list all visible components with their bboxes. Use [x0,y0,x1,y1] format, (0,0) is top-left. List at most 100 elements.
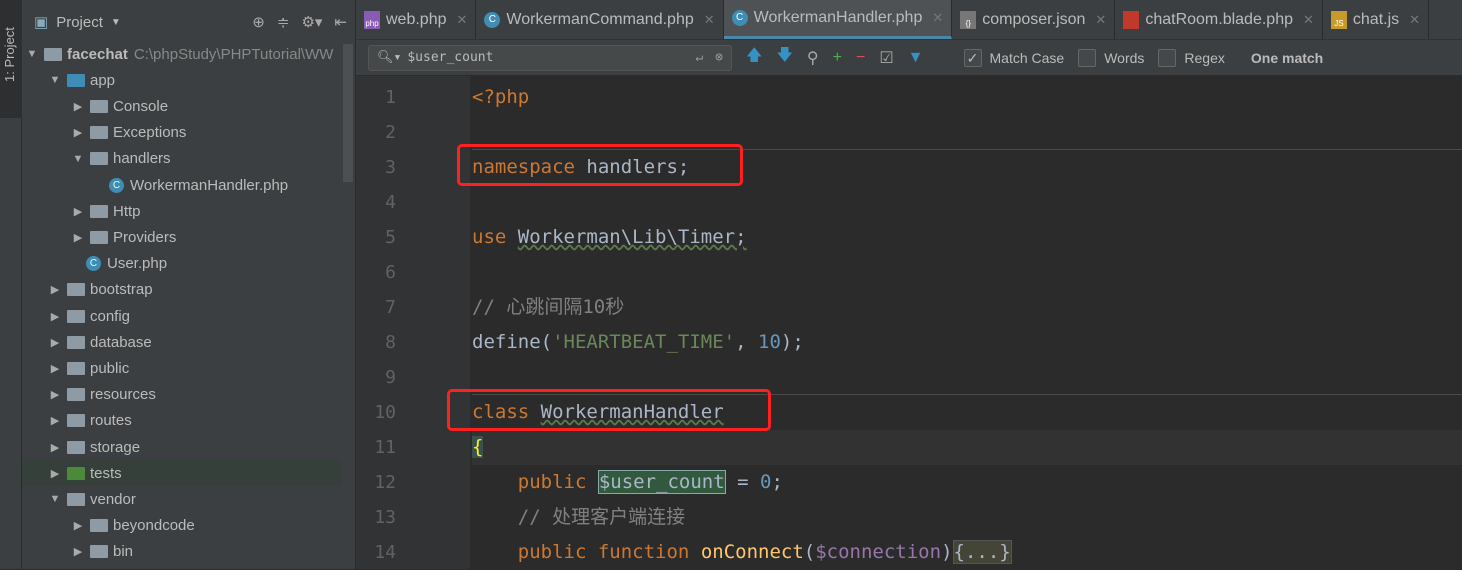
folder-icon [67,73,85,87]
code-token: onConnect [700,541,804,563]
collapsed-arrow-icon[interactable]: ▶ [47,441,63,454]
tree-item[interactable]: ▶ routes [22,408,342,434]
remove-occurrence-icon[interactable]: − [856,49,865,67]
tab[interactable]: C WorkermanHandler.php ✕ [723,0,953,39]
project-title[interactable]: Project [56,14,103,31]
collapsed-arrow-icon[interactable]: ▶ [70,519,86,532]
code-line[interactable]: { [472,430,1462,465]
newline-icon[interactable]: ↵ [695,50,703,65]
clear-icon[interactable]: ⊗ [715,50,723,65]
collapsed-arrow-icon[interactable]: ▶ [47,362,63,375]
code-editor[interactable]: 1 2 3 4 5 6 7 8 9 10 11 12 13 14 <?php namespace handl… [356,76,1462,569]
tree-item[interactable]: ▼ facechat C:\phpStudy\PHPTutorial\WW [22,41,342,67]
code-line[interactable] [472,255,1462,290]
expanded-arrow-icon[interactable]: ▼ [47,74,63,86]
code-line[interactable]: // 心跳间隔10秒 [472,290,1462,325]
search-query[interactable]: $user_count [407,50,493,65]
scrollbar[interactable] [343,44,353,182]
tree-item[interactable]: ▼ app [22,67,342,93]
code-line[interactable]: public $user_count = 0; [472,465,1462,500]
folder-icon [90,230,108,244]
tree-item[interactable]: ▼ handlers [22,146,342,172]
expanded-arrow-icon[interactable]: ▼ [70,153,86,165]
tab-label: WorkermanHandler.php [753,9,923,26]
tree-item[interactable]: C User.php [22,251,342,277]
collapsed-arrow-icon[interactable]: ▶ [70,100,86,113]
tab[interactable]: {} composer.json ✕ [952,0,1116,39]
tree-item[interactable]: ▶ tests [22,460,342,487]
collapsed-arrow-icon[interactable]: ▶ [47,388,63,401]
close-icon[interactable]: ✕ [457,12,468,28]
collapsed-arrow-icon[interactable]: ▶ [47,283,63,296]
collapsed-arrow-icon[interactable]: ▶ [70,126,86,139]
code-line[interactable]: <?php [472,80,1462,115]
tree-item[interactable]: ▶ public [22,355,342,381]
close-icon[interactable]: ✕ [1303,12,1314,28]
tree-item[interactable]: ▶ database [22,329,342,355]
close-icon[interactable]: ✕ [1409,12,1420,28]
tree-item-label: routes [90,412,132,430]
code-token: define( [472,331,553,353]
collapsed-arrow-icon[interactable]: ▶ [70,545,86,558]
filter-icon[interactable]: ▼ [908,49,924,67]
tree-item[interactable]: ▶ bin [22,539,342,565]
code-token: ( [803,541,816,563]
previous-occurrence-icon[interactable]: 🡅 [746,44,762,71]
close-icon[interactable]: ✕ [704,12,715,28]
tab[interactable]: JS chat.js ✕ [1323,0,1430,39]
add-occurrence-icon[interactable]: + [833,49,842,67]
tree-item[interactable]: ▶ beyondcode [22,513,342,539]
chevron-down-icon[interactable]: ▼ [111,17,121,28]
folder-icon [67,283,85,297]
project-tool-button[interactable]: 1: Project [0,0,22,118]
code-line[interactable]: define('HEARTBEAT_TIME', 10); [472,325,1462,360]
tree-item[interactable]: ▶ Console [22,93,342,119]
hide-panel-icon[interactable]: ⇤ [334,13,347,31]
tree-item[interactable]: ▶ Providers [22,224,342,250]
search-icon[interactable]: 🔍︎▾ [377,50,401,65]
tree-item[interactable]: ▶ Exceptions [22,120,342,146]
gear-icon[interactable]: ⚙▾ [301,13,322,31]
code-line[interactable]: // 处理客户端连接 [472,500,1462,535]
tree-item[interactable]: ▶ config [22,303,342,329]
collapsed-arrow-icon[interactable]: ▶ [47,336,63,349]
tab[interactable]: C WorkermanCommand.php ✕ [476,0,724,39]
collapse-all-icon[interactable]: ≑ [277,13,290,31]
collapsed-arrow-icon[interactable]: ▶ [47,467,63,480]
toggle-occurrence-icon[interactable]: ☑ [879,48,893,68]
tree-item[interactable]: ▶ Http [22,198,342,224]
regex-checkbox[interactable]: Regex [1158,48,1225,67]
tab-label: composer.json [982,10,1086,28]
line-number: 7 [385,297,396,318]
project-view-icon: ▣ [34,14,49,31]
words-checkbox[interactable]: Words [1078,48,1144,67]
expanded-arrow-icon[interactable]: ▼ [24,48,40,60]
collapsed-arrow-icon[interactable]: ▶ [70,231,86,244]
code-token: 10 [758,331,781,353]
code-line[interactable] [472,185,1462,220]
close-icon[interactable]: ✕ [932,10,943,26]
locate-icon[interactable]: ⊕ [252,13,265,31]
tab[interactable]: chatRoom.blade.php ✕ [1115,0,1323,39]
tree-item[interactable]: ▶ bootstrap [22,277,342,303]
code-line[interactable]: public function onConnect($connection){.… [472,535,1462,570]
tree-item[interactable]: ▼ vendor [22,486,342,512]
next-occurrence-icon[interactable]: 🡇 [776,44,792,71]
folder-icon [67,335,85,349]
expanded-arrow-icon[interactable]: ▼ [47,493,63,505]
close-icon[interactable]: ✕ [1095,12,1106,28]
tree-item[interactable]: ▶ storage [22,434,342,460]
select-all-occurrences-icon[interactable]: ⚲ [807,48,819,68]
folder-icon [67,466,85,480]
collapsed-arrow-icon[interactable]: ▶ [70,205,86,218]
code-line[interactable]: use Workerman\Lib\Timer; [472,220,1462,255]
tab[interactable]: php web.php ✕ [356,0,477,39]
match-case-checkbox[interactable]: ✓ Match Case [963,48,1064,67]
folder-icon [90,519,108,533]
collapsed-arrow-icon[interactable]: ▶ [47,310,63,323]
tree-item[interactable]: ▶ resources [22,382,342,408]
tree-item[interactable]: C WorkermanHandler.php [22,172,342,198]
search-input[interactable]: 🔍︎▾ $user_count ↵ ⊗ [368,44,732,71]
collapsed-arrow-icon[interactable]: ▶ [47,414,63,427]
